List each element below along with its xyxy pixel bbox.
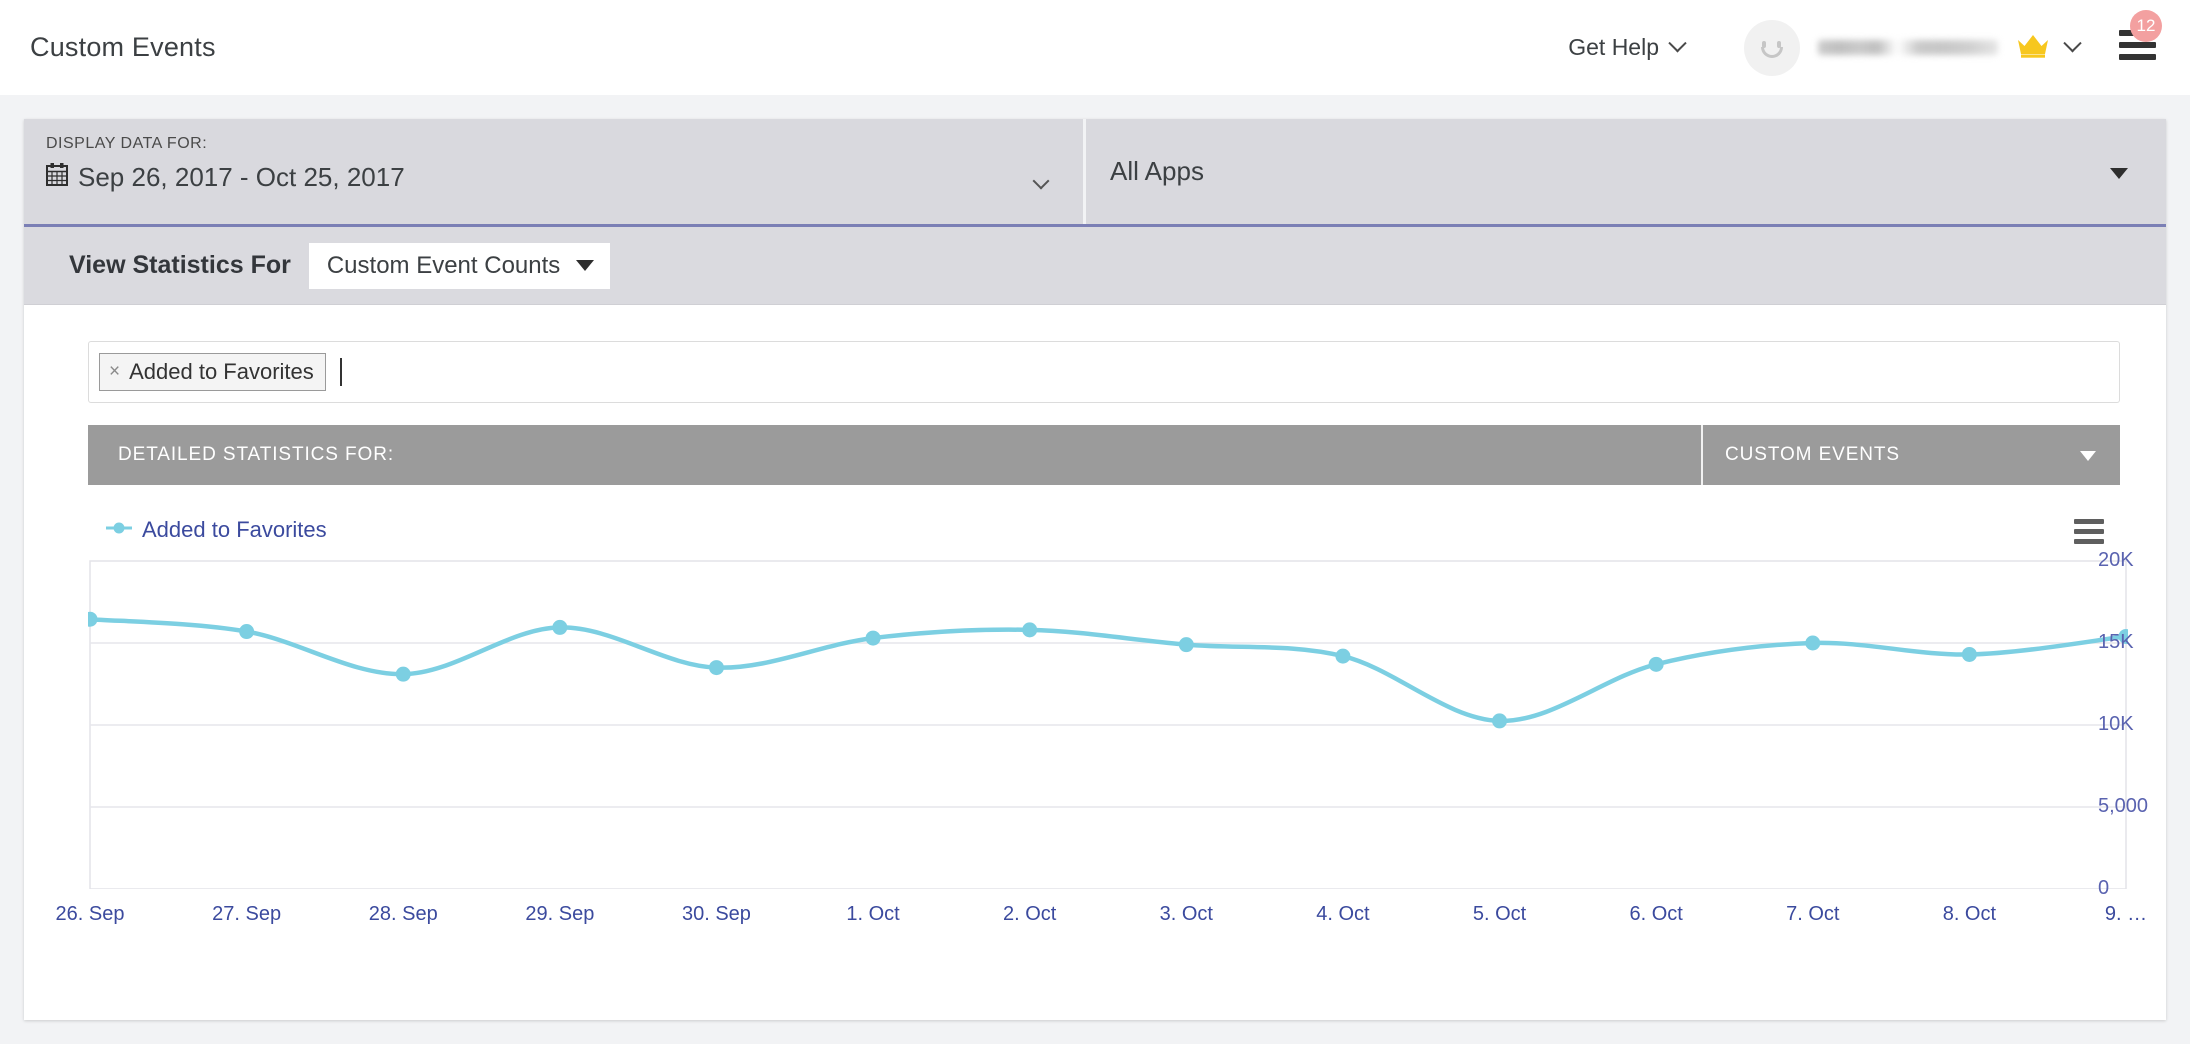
- main-card: DISPLAY DATA FOR: Sep 26, 20: [24, 119, 2166, 1020]
- x-axis-tick-label: 9. …: [2105, 903, 2147, 926]
- detailed-statistics-label: DETAILED STATISTICS FOR:: [88, 444, 1701, 466]
- x-axis-tick-label: 30. Sep: [682, 903, 751, 926]
- line-chart-svg: [88, 559, 2128, 889]
- chart-legend-item[interactable]: Added to Favorites: [88, 499, 327, 543]
- x-axis-tick-label: 29. Sep: [525, 903, 594, 926]
- get-help-button[interactable]: Get Help: [1560, 28, 1692, 67]
- statistics-type-select[interactable]: Custom Event Counts: [309, 243, 610, 289]
- get-help-label: Get Help: [1568, 34, 1659, 61]
- crown-icon: [2016, 32, 2050, 63]
- page-title: Custom Events: [30, 32, 216, 63]
- view-statistics-row: View Statistics For Custom Event Counts: [24, 227, 2166, 305]
- username-label: [1818, 40, 1998, 55]
- y-axis-tick-label: 5,000: [2098, 795, 2148, 818]
- smiley-avatar-icon: [1744, 20, 1800, 76]
- x-axis-tick-label: 8. Oct: [1943, 903, 1996, 926]
- hamburger-menu-button[interactable]: 12: [2113, 24, 2162, 72]
- app-selector[interactable]: All Apps: [1086, 119, 2166, 224]
- x-axis-tick-label: 28. Sep: [369, 903, 438, 926]
- top-bar: Custom Events Get Help 12: [0, 0, 2190, 95]
- y-axis-tick-label: 0: [2098, 877, 2109, 900]
- chart-plot: [88, 559, 2128, 894]
- x-axis-tick-label: 27. Sep: [212, 903, 281, 926]
- user-menu[interactable]: [1744, 20, 2079, 76]
- x-axis-tick-label: 3. Oct: [1160, 903, 1213, 926]
- filter-strip: DISPLAY DATA FOR: Sep 26, 20: [24, 119, 2166, 227]
- custom-events-select-label: CUSTOM EVENTS: [1725, 444, 1900, 466]
- date-range-value: Sep 26, 2017 - Oct 25, 2017: [78, 162, 405, 193]
- event-filter-input[interactable]: × Added to Favorites: [88, 341, 2120, 403]
- date-range-value-row: Sep 26, 2017 - Oct 25, 2017: [46, 162, 1057, 193]
- tag-chip[interactable]: × Added to Favorites: [99, 353, 326, 391]
- chevron-down-icon: [1668, 34, 1686, 52]
- chart-context-menu-button[interactable]: [2068, 513, 2110, 550]
- top-bar-actions: Get Help 12: [1560, 20, 2162, 76]
- notification-badge[interactable]: 12: [2130, 10, 2162, 42]
- tag-chip-label: Added to Favorites: [129, 359, 314, 385]
- date-range-selector[interactable]: DISPLAY DATA FOR: Sep 26, 20: [24, 119, 1086, 224]
- calendar-icon: [46, 162, 68, 193]
- chart-region: Added to Favorites 26. Sep27. Sep28. Sep…: [88, 499, 2120, 919]
- text-cursor: [340, 358, 342, 386]
- card-body: × Added to Favorites DETAILED STATISTICS…: [24, 305, 2166, 919]
- x-axis-tick-label: 7. Oct: [1786, 903, 1839, 926]
- chevron-down-icon: [2063, 34, 2081, 52]
- close-icon[interactable]: ×: [109, 361, 120, 383]
- app-selector-value: All Apps: [1110, 156, 1204, 187]
- y-axis-tick-label: 15K: [2098, 631, 2134, 654]
- y-axis-tick-label: 10K: [2098, 713, 2134, 736]
- hamburger-menu-icon: [2074, 519, 2104, 524]
- caret-down-icon: [2080, 451, 2096, 461]
- x-axis-tick-label: 26. Sep: [56, 903, 125, 926]
- caret-down-icon: [2110, 168, 2128, 179]
- x-axis-tick-label: 2. Oct: [1003, 903, 1056, 926]
- custom-events-select[interactable]: CUSTOM EVENTS: [1701, 425, 2120, 485]
- x-axis-tick-label: 6. Oct: [1629, 903, 1682, 926]
- view-statistics-label: View Statistics For: [69, 251, 291, 280]
- caret-down-icon: [576, 260, 594, 271]
- date-range-label: DISPLAY DATA FOR:: [46, 135, 1057, 153]
- x-axis-tick-label: 5. Oct: [1473, 903, 1526, 926]
- y-axis-tick-label: 20K: [2098, 549, 2134, 572]
- legend-marker-icon: [106, 521, 132, 540]
- legend-label: Added to Favorites: [142, 517, 327, 543]
- x-axis-tick-label: 1. Oct: [846, 903, 899, 926]
- x-axis-tick-label: 4. Oct: [1316, 903, 1369, 926]
- statistics-type-value: Custom Event Counts: [327, 252, 560, 280]
- detailed-statistics-bar: DETAILED STATISTICS FOR: CUSTOM EVENTS: [88, 425, 2120, 485]
